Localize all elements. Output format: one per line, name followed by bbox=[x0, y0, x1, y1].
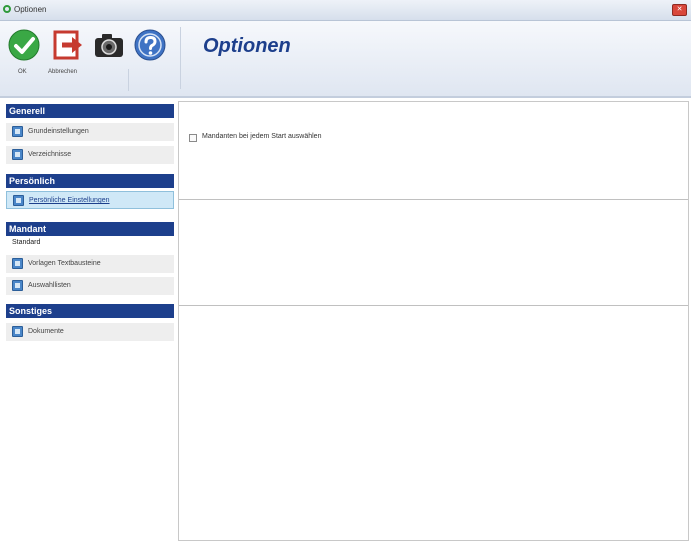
mandant-start-checkbox[interactable] bbox=[189, 134, 197, 142]
settings-page-icon bbox=[12, 149, 23, 160]
toolbar: OK Abbrechen Optionen bbox=[0, 21, 691, 98]
nav-group-sonstiges: Sonstiges bbox=[6, 304, 174, 318]
toolbar-divider bbox=[180, 27, 181, 89]
settings-page-icon bbox=[12, 126, 23, 137]
help-icon bbox=[134, 29, 166, 61]
mandant-start-label: Mandanten bei jedem Start auswählen bbox=[202, 133, 322, 140]
ok-button[interactable] bbox=[8, 29, 40, 61]
settings-page-icon bbox=[12, 258, 23, 269]
screenshot-button[interactable] bbox=[93, 29, 125, 61]
cancel-button[interactable] bbox=[52, 29, 84, 61]
nav-item-label: Persönliche Einstellungen bbox=[29, 197, 110, 204]
nav-item-label: Verzeichnisse bbox=[28, 151, 72, 158]
window-title-bar: Optionen ✕ bbox=[0, 0, 691, 21]
settings-page-icon bbox=[13, 195, 24, 206]
mandant-name: Standard bbox=[12, 239, 41, 246]
app-icon bbox=[3, 5, 11, 13]
exit-icon bbox=[53, 30, 82, 60]
page-title: Optionen bbox=[203, 35, 291, 57]
nav-item-label: Grundeinstellungen bbox=[28, 128, 89, 135]
nav-group-mandant: Mandant bbox=[6, 222, 174, 236]
nav-item-dokumente[interactable]: Dokumente bbox=[6, 323, 174, 341]
nav-group-persoenlich: Persönlich bbox=[6, 174, 174, 188]
nav-item-grundeinstellungen[interactable]: Grundeinstellungen bbox=[6, 123, 174, 141]
nav-item-label: Vorlagen Textbausteine bbox=[28, 260, 101, 267]
checkmark-icon bbox=[8, 29, 40, 61]
section-divider bbox=[179, 305, 688, 306]
nav-item-verzeichnisse[interactable]: Verzeichnisse bbox=[6, 146, 174, 164]
nav-group-generell: Generell bbox=[6, 104, 174, 118]
help-button[interactable] bbox=[134, 29, 166, 61]
nav-item-auswahllisten[interactable]: Auswahllisten bbox=[6, 277, 174, 295]
options-navigation: Generell Grundeinstellungen Verzeichniss… bbox=[6, 104, 174, 541]
close-window-button[interactable]: ✕ bbox=[672, 4, 687, 16]
settings-panel: Mandanten bei jedem Start auswählen bbox=[178, 101, 689, 541]
camera-icon bbox=[95, 34, 123, 57]
nav-item-label: Dokumente bbox=[28, 328, 64, 335]
ok-label: OK bbox=[18, 69, 27, 75]
nav-item-vorlagen-textbausteine[interactable]: Vorlagen Textbausteine bbox=[6, 255, 174, 273]
nav-item-label: Auswahllisten bbox=[28, 282, 71, 289]
toolbar-separator bbox=[128, 69, 129, 91]
cancel-label: Abbrechen bbox=[48, 69, 78, 75]
settings-page-icon bbox=[12, 280, 23, 291]
settings-page-icon bbox=[12, 326, 23, 337]
nav-item-persoenliche-einstellungen[interactable]: Persönliche Einstellungen bbox=[6, 191, 174, 209]
window-title: Optionen bbox=[14, 5, 47, 14]
section-divider bbox=[179, 199, 688, 200]
